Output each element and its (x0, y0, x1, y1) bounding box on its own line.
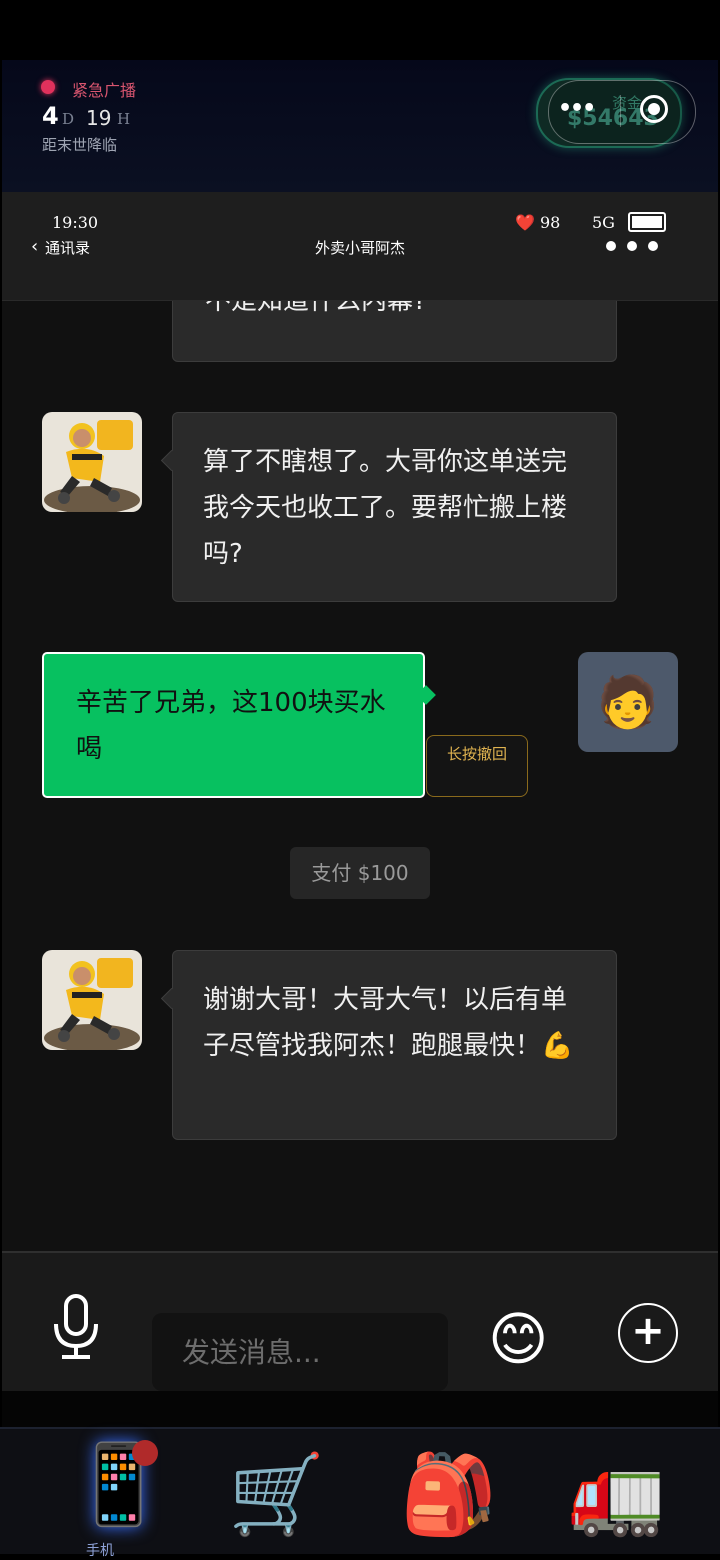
capsule-divider (620, 95, 621, 127)
nav-cart-icon[interactable]: 🛒 (228, 1450, 325, 1540)
countdown-subtitle: 距末世降临 (42, 136, 118, 154)
heart-icon: ❤️ (515, 213, 535, 232)
message-text: 辛苦了兄弟，这100块买水喝 (76, 688, 386, 764)
signal-label: 5G (592, 213, 615, 232)
message-input[interactable] (152, 1313, 448, 1391)
spacer (2, 1391, 718, 1427)
plus-button[interactable]: + (618, 1303, 678, 1363)
contact-message[interactable]: 不是知道什么内幕? (172, 301, 617, 362)
chat-title: 外卖小哥阿杰 (314, 239, 405, 257)
battery-icon (628, 212, 666, 232)
countdown-days: 4 (42, 102, 59, 130)
contact-message[interactable]: 算了不瞎想了。大哥你这单送完我今天也收工了。要帮忙搬上楼吗? (172, 412, 617, 602)
nav-truck-icon[interactable]: 🚛 (568, 1450, 665, 1540)
back-button[interactable]: 通讯录 (45, 237, 90, 258)
self-message[interactable]: 辛苦了兄弟，这100块买水喝 (42, 652, 425, 798)
status-time: 19:30 (52, 213, 99, 232)
emoji-button[interactable]: 😊 (488, 1303, 548, 1375)
chat-area[interactable]: 不是知道什么内幕? 算了不瞎想了。大哥你这单送完我今天也收工了。要帮忙搬上楼吗?… (2, 301, 718, 1251)
broadcast-label: 紧急广播 (72, 81, 137, 100)
contact-message[interactable]: 谢谢大哥！大哥大气！以后有单子尽管找我阿杰！跑腿最快！💪 (172, 950, 617, 1140)
health-value: 98 (540, 213, 561, 232)
countdown-hours-unit: H (117, 110, 131, 128)
nav-phone-label: 手机 (86, 1543, 114, 1559)
countdown-days-unit: D (62, 110, 75, 128)
message-text: 谢谢大哥！大哥大气！以后有单子尽管找我阿杰！跑腿最快！💪 (203, 985, 574, 1061)
recall-hint[interactable]: 长按撤回 (426, 735, 528, 797)
more-dots-icon[interactable]: ••• (558, 96, 596, 121)
back-chevron-icon[interactable]: ‹ (31, 236, 38, 257)
payment-notice: 支付 $100 (290, 847, 430, 899)
message-text: 算了不瞎想了。大哥你这单送完我今天也收工了。要帮忙搬上楼吗? (203, 447, 568, 569)
self-avatar[interactable]: 🧑 (578, 652, 678, 752)
more-options-icon[interactable] (606, 236, 669, 255)
nav-backpack-icon[interactable]: 🎒 (400, 1450, 497, 1540)
contact-avatar[interactable] (42, 950, 142, 1050)
microphone-icon[interactable] (50, 1294, 102, 1366)
message-text: 不是知道什么内幕? (205, 301, 427, 316)
countdown-hours: 19 (86, 106, 112, 130)
notification-badge (132, 1440, 158, 1466)
contact-avatar[interactable] (42, 412, 142, 512)
alert-dot-icon (41, 80, 55, 94)
close-target-icon[interactable] (640, 95, 668, 123)
